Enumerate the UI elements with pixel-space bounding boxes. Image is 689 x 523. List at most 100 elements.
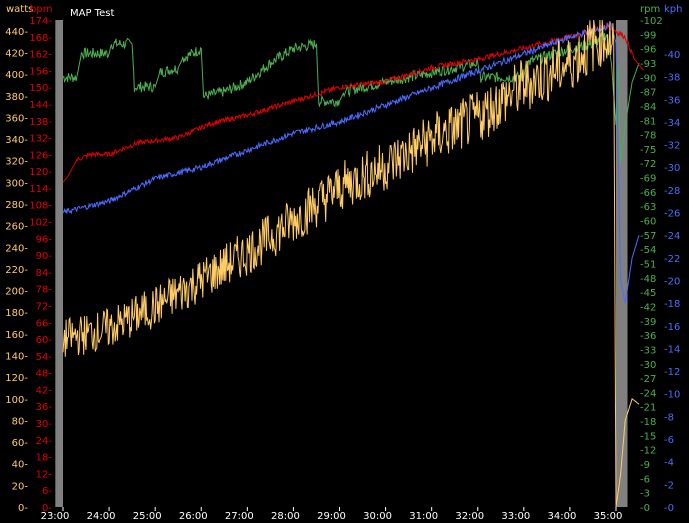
tick-label-bpm: 42- xyxy=(36,385,53,396)
x-tick-label: 27:00 xyxy=(225,511,254,522)
tick-label-kph: -6 xyxy=(664,435,674,446)
tick-label-bpm: 138- xyxy=(29,117,52,128)
tick-label-rpm: -69 xyxy=(640,174,656,185)
tick-label-bpm: 90- xyxy=(36,251,53,262)
x-tick-label: 35:00 xyxy=(594,511,623,522)
shaded-region xyxy=(55,20,63,507)
tick-label-bpm: 108- xyxy=(29,201,52,212)
tick-label-bpm: 144- xyxy=(29,100,52,111)
tick-label-watts: 140- xyxy=(5,351,28,362)
tick-label-bpm: 60- xyxy=(36,335,53,346)
tick-label-rpm: -36 xyxy=(640,331,656,342)
tick-label-watts: 320- xyxy=(5,157,28,168)
tick-label-kph: -4 xyxy=(664,458,674,469)
tick-label-watts: 220- xyxy=(5,265,28,276)
tick-label-rpm: -51 xyxy=(640,260,656,271)
tick-label-watts: 160- xyxy=(5,330,28,341)
tick-label-watts: 120- xyxy=(5,373,28,384)
tick-label-kph: -40 xyxy=(664,50,680,61)
x-tick-label: 29:00 xyxy=(317,511,346,522)
tick-label-kph: -12 xyxy=(664,367,680,378)
tick-label-kph: -22 xyxy=(664,254,680,265)
tick-label-rpm: -72 xyxy=(640,159,656,170)
tick-label-rpm: -15 xyxy=(640,431,656,442)
axis-label-rpm: rpm xyxy=(640,4,660,15)
tick-label-rpm: -48 xyxy=(640,274,656,285)
tick-label-watts: 180- xyxy=(5,308,28,319)
tick-label-rpm: -66 xyxy=(640,188,656,199)
tick-label-watts: 0- xyxy=(18,503,28,514)
x-tick-label: 33:00 xyxy=(501,511,530,522)
tick-label-kph: -20 xyxy=(664,276,680,287)
tick-label-rpm: -81 xyxy=(640,116,656,127)
tick-label-rpm: -87 xyxy=(640,88,656,99)
tick-label-bpm: 72- xyxy=(36,301,53,312)
tick-label-watts: 440- xyxy=(5,27,28,38)
tick-label-bpm: 18- xyxy=(36,453,53,464)
tick-label-rpm: -42 xyxy=(640,302,656,313)
tick-label-watts: 380- xyxy=(5,92,28,103)
tick-label-kph: -30 xyxy=(664,163,680,174)
tick-label-bpm: 120- xyxy=(29,167,52,178)
tick-label-kph: -8 xyxy=(664,412,674,423)
tick-label-watts: 240- xyxy=(5,243,28,254)
tick-label-rpm: -24 xyxy=(640,388,656,399)
tick-label-watts: 300- xyxy=(5,178,28,189)
tick-label-kph: -2 xyxy=(664,480,674,491)
tick-label-bpm: 6- xyxy=(42,486,52,497)
tick-label-watts: 200- xyxy=(5,287,28,298)
chart-background xyxy=(0,0,689,523)
tick-label-bpm: 150- xyxy=(29,83,52,94)
tick-label-bpm: 102- xyxy=(29,218,52,229)
x-tick-label: 34:00 xyxy=(548,511,577,522)
map-test-chart: watts0-20-40-60-80-100-120-140-160-180-2… xyxy=(0,0,689,523)
tick-label-kph: -34 xyxy=(664,118,680,129)
tick-label-rpm: -90 xyxy=(640,73,656,84)
axis-label-bpm: bpm xyxy=(30,4,52,15)
tick-label-watts: 20- xyxy=(12,481,29,492)
tick-label-bpm: 66- xyxy=(36,318,53,329)
shaded-region xyxy=(616,20,628,507)
tick-label-rpm: -30 xyxy=(640,360,656,371)
tick-label-rpm: -99 xyxy=(640,30,656,41)
tick-label-rpm: -6 xyxy=(640,474,650,485)
tick-label-kph: -0 xyxy=(664,503,674,514)
tick-label-rpm: -45 xyxy=(640,288,656,299)
tick-label-bpm: 162- xyxy=(29,50,52,61)
x-tick-label: 31:00 xyxy=(409,511,438,522)
x-tick-label: 24:00 xyxy=(87,511,116,522)
tick-label-kph: -38 xyxy=(664,73,680,84)
x-tick-label: 32:00 xyxy=(455,511,484,522)
tick-label-rpm: -27 xyxy=(640,374,656,385)
tick-label-rpm: -3 xyxy=(640,489,650,500)
tick-label-kph: -28 xyxy=(664,186,680,197)
tick-label-rpm: -93 xyxy=(640,59,656,70)
tick-label-kph: -32 xyxy=(664,141,680,152)
tick-label-kph: -14 xyxy=(664,344,680,355)
tick-label-watts: 340- xyxy=(5,135,28,146)
tick-label-rpm: -18 xyxy=(640,417,656,428)
tick-label-rpm: -54 xyxy=(640,245,656,256)
tick-label-kph: -16 xyxy=(664,322,680,333)
x-tick-label: 26:00 xyxy=(179,511,208,522)
tick-label-watts: 100- xyxy=(5,395,28,406)
tick-label-kph: -10 xyxy=(664,390,680,401)
tick-label-bpm: 48- xyxy=(36,369,53,380)
tick-label-rpm: -12 xyxy=(640,446,656,457)
tick-label-rpm: -63 xyxy=(640,202,656,213)
tick-label-kph: -36 xyxy=(664,95,680,106)
tick-label-kph: -18 xyxy=(664,299,680,310)
tick-label-rpm: -96 xyxy=(640,45,656,56)
tick-label-bpm: 36- xyxy=(36,402,53,413)
tick-label-watts: 280- xyxy=(5,200,28,211)
tick-label-rpm: -78 xyxy=(640,131,656,142)
tick-label-bpm: 78- xyxy=(36,285,53,296)
tick-label-rpm: -33 xyxy=(640,345,656,356)
tick-label-watts: 80- xyxy=(12,416,29,427)
tick-label-bpm: 54- xyxy=(36,352,53,363)
tick-label-bpm: 156- xyxy=(29,66,52,77)
x-tick-label: 28:00 xyxy=(271,511,300,522)
tick-label-kph: -26 xyxy=(664,209,680,220)
tick-label-rpm: -57 xyxy=(640,231,656,242)
tick-label-watts: 420- xyxy=(5,48,28,59)
